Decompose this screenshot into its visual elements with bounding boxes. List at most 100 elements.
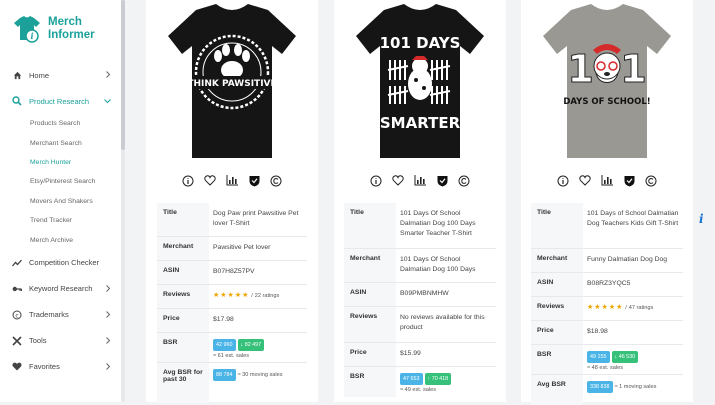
product-image[interactable]: 101 DAYS OF SCHOOL! [521,0,693,165]
shirt-print-text: THINK PAWSITIVE [187,79,276,89]
sidebar-subitem-trend-tracker[interactable]: Trend Tracker [0,211,121,230]
chart-icon[interactable] [601,174,614,187]
product-title-link[interactable]: Dog Paw print Pawsitive Pet lover T-Shir… [209,203,307,236]
sidebar-item-favorites[interactable]: Favorites [0,354,121,380]
row-label: Title [157,203,209,236]
asin-value: B08RZ3YQC5 [587,280,631,287]
shield-icon[interactable] [436,174,449,187]
reviews-value: ★★★★★ / 22 ratings [213,292,280,299]
table-row: Reviews ★★★★★ / 47 ratings [531,297,683,321]
row-label: Avg BSR for past 30 [157,363,209,403]
brand-logo[interactable]: i Merch Informer [12,14,95,44]
merchant-link[interactable]: Pawsitive Pet lover [209,237,307,260]
bsr-badge: 49 155 [587,351,610,363]
sidebar-item-home[interactable]: Home [0,62,121,88]
results-area: THINK PAWSITIVE Title Dog Paw print Paws… [126,0,715,405]
home-icon [12,70,22,80]
avg-bsr-value: 88 784 ≈ 30 moving sales [209,363,307,403]
heart-icon[interactable] [204,174,217,187]
chevron-right-icon [105,362,111,372]
copyright-icon[interactable] [270,174,283,187]
copyright-icon[interactable] [458,174,471,187]
product-image[interactable]: 101 DAYS SMARTER [334,0,506,165]
table-row: BSR 49 155 ↓ 46 530 ≈ 48 est. sales [531,345,683,375]
table-row: Merchant 101 Days Of School Dalmatian Do… [344,249,496,283]
product-action-icons [146,174,318,187]
avg-bsr-badge: 338 838 [587,381,613,393]
table-row: ASIN B07H8Z57PV [157,261,307,285]
sidebar-subitem-etsy-pinterest-search[interactable]: Etsy/Pinterest Search [0,172,121,191]
row-label: BSR [157,333,209,362]
search-icon [12,96,22,106]
merchant-link[interactable]: 101 Days Of School Dalmatian Dog 100 Day… [396,249,496,282]
sidebar-subitem-movers-and-shakers[interactable]: Movers And Shakers [0,192,121,211]
bsr-badge: 42 960 [213,339,236,351]
product-details-table: Title 101 Days Of School Dalmatian Dog 1… [344,203,496,397]
sidebar-subitem-products-search[interactable]: Products Search [0,114,121,133]
row-label: Price [157,309,209,332]
sidebar-item-label: Product Research [29,96,90,106]
bsr-badge: 47 653 [400,373,423,385]
avg-bsr-badge: 88 784 [213,369,236,381]
tshirt-logo-icon: i [12,14,42,44]
product-details-table: Title 101 Days of School Dalmatian Dog T… [531,203,683,405]
table-row: BSR 47 653 ↑ 70 418 ≈ 49 est. sales [344,367,496,397]
info-icon[interactable]: i [699,212,704,226]
product-title-link[interactable]: 101 Days of School Dalmatian Dog Teacher… [583,203,683,248]
sidebar-subitem-merch-archive[interactable]: Merch Archive [0,230,121,249]
reviews-value: ★★★★★ / 47 ratings [587,304,654,311]
sidebar-item-keyword-research[interactable]: Keyword Research [0,276,121,302]
chevron-right-icon [105,310,111,320]
key-icon [12,284,22,294]
heart-icon[interactable] [579,174,592,187]
sidebar-item-tools[interactable]: Tools [0,328,121,354]
sidebar-scrollbar-thumb[interactable] [121,0,125,150]
copyright-icon[interactable] [645,174,658,187]
sidebar-subitem-merch-hunter[interactable]: Merch Hunter [0,153,121,172]
reviews-value: No reviews available for this product [400,314,485,331]
sidebar-item-trademarks[interactable]: c Trademarks [0,302,121,328]
row-label: Reviews [531,297,583,320]
sidebar-nav: Home Product Research Products Search Me… [0,62,121,380]
review-count: 22 ratings [254,293,280,299]
table-row: Price $18.98 [531,321,683,345]
sidebar-item-label: Tools [29,336,47,346]
trend-icon [12,258,22,268]
svg-text:c: c [15,312,18,319]
row-label: BSR [531,345,583,374]
row-label: ASIN [157,261,209,284]
est-sales: ≈ 49 est. sales [400,387,437,393]
product-details-table: Title Dog Paw print Pawsitive Pet lover … [157,203,307,403]
bsr-value: 42 960 ↓ 82 497 ≈ 61 est. sales [209,333,307,362]
product-card: 101 DAYS SMARTER Title 101 Days Of Schoo… [334,0,506,402]
table-row: Title 101 Days Of School Dalmatian Dog 1… [344,203,496,249]
chevron-right-icon [105,284,111,294]
svg-text:i: i [30,31,33,41]
shirt-print-text: DAYS OF SCHOOL! [563,97,650,107]
shield-icon[interactable] [623,174,636,187]
asin-value: B07H8Z57PV [213,268,255,275]
sidebar-item-competition-checker[interactable]: Competition Checker [0,250,121,276]
chart-icon[interactable] [226,174,239,187]
merchant-link[interactable]: Funny Dalmatian Dog Dog [583,249,683,272]
info-icon[interactable] [370,174,383,187]
chart-icon[interactable] [414,174,427,187]
star-rating: ★★★★★ [213,292,250,299]
info-icon[interactable] [557,174,570,187]
product-title-link[interactable]: 101 Days Of School Dalmatian Dog 100 Day… [396,203,496,248]
bsr-change-badge: ↓ 46 530 [611,351,639,363]
table-row: Merchant Pawsitive Pet lover [157,237,307,261]
sidebar-item-product-research[interactable]: Product Research [0,88,121,114]
product-image[interactable]: THINK PAWSITIVE [146,0,318,165]
sidebar-subitem-merchant-search[interactable]: Merchant Search [0,133,121,152]
copyright-icon: c [12,310,22,320]
row-label: Merchant [157,237,209,260]
shield-icon[interactable] [248,174,261,187]
row-label: Price [344,343,396,366]
info-icon[interactable] [182,174,195,187]
bsr-change-badge: ↑ 70 418 [424,373,452,385]
sidebar-item-label: Favorites [29,362,60,372]
product-card: 101 DAYS OF SCHOOL! Title 101 Days of Sc… [521,0,693,405]
row-label: BSR [344,367,396,397]
heart-icon[interactable] [392,174,405,187]
